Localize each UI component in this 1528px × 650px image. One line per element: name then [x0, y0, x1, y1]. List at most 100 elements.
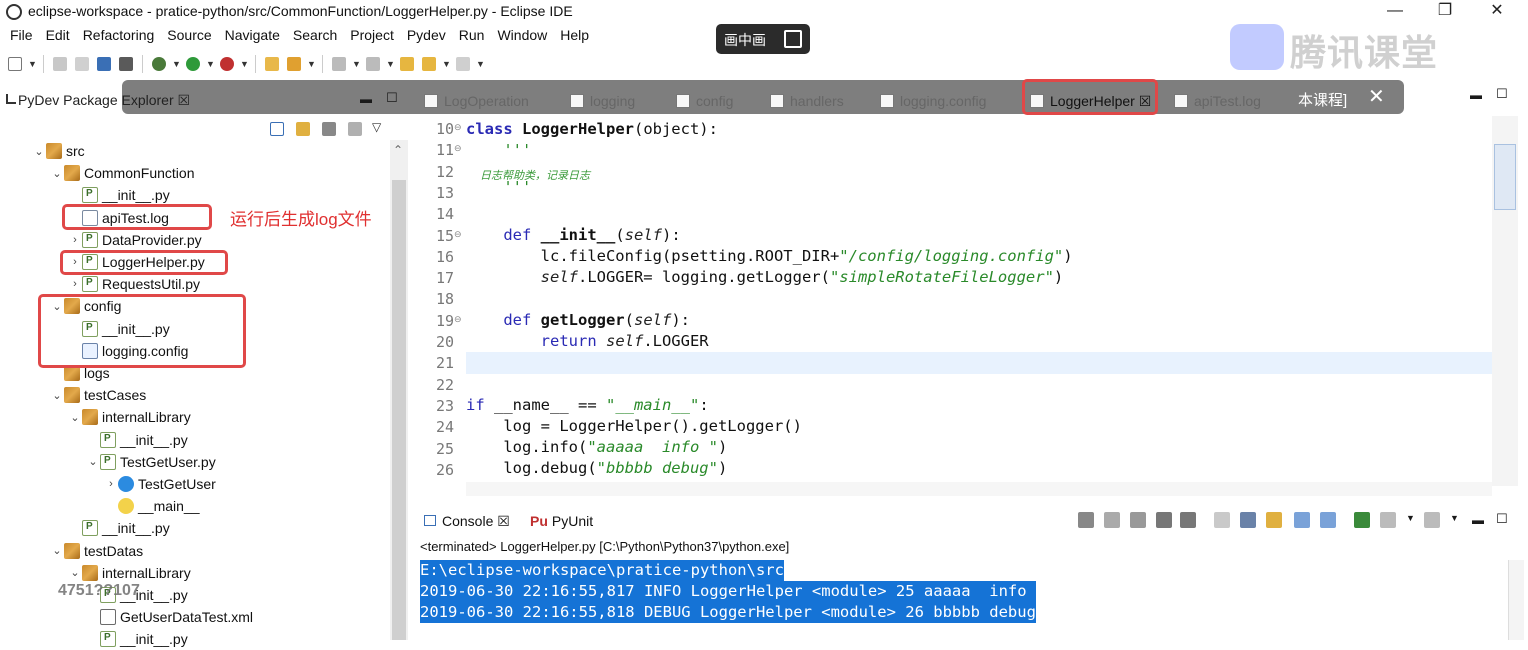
tab-logoperation[interactable]: LogOperation — [424, 90, 529, 112]
chevron-down-icon[interactable]: ▼ — [28, 59, 37, 69]
console-tab[interactable]: Console ☒ — [424, 513, 510, 530]
new-console-icon[interactable] — [1380, 512, 1396, 528]
chevron-down-icon[interactable]: ▼ — [307, 59, 316, 69]
word-wrap-icon[interactable] — [1240, 512, 1256, 528]
tab-handlers[interactable]: handlers — [770, 90, 844, 112]
package-explorer-tab[interactable]: PyDev Package Explorer ☒ — [18, 92, 190, 109]
prev-annotation-icon[interactable] — [364, 55, 382, 73]
nav-next-icon[interactable] — [454, 55, 472, 73]
menu-run[interactable]: Run — [459, 25, 485, 47]
console-output-line[interactable]: 2019-06-30 22:16:55,817 INFO LoggerHelpe… — [420, 581, 1036, 602]
minimize-console-icon[interactable]: ▬ — [1472, 513, 1484, 527]
collapse-all-icon[interactable] — [268, 120, 286, 138]
picture-in-picture-button[interactable]: 画中画 — [716, 24, 810, 54]
chevron-down-icon[interactable]: ▼ — [386, 59, 395, 69]
fold-toggle-icon[interactable]: ⊖ — [454, 314, 462, 325]
new-icon[interactable] — [6, 55, 24, 73]
maximize-console-icon[interactable]: ☐ — [1496, 511, 1508, 527]
course-overlay-label[interactable]: 本课程] — [1298, 89, 1347, 110]
chevron-down-icon[interactable]: ▼ — [476, 59, 485, 69]
chevron-down-icon[interactable]: ▼ — [172, 59, 181, 69]
menu-edit[interactable]: Edit — [46, 25, 70, 47]
chevron-down-icon[interactable]: ▼ — [442, 59, 451, 69]
menu-refactoring[interactable]: Refactoring — [83, 25, 155, 47]
editor-horizontal-scrollbar[interactable] — [466, 482, 1492, 496]
remove-all-icon[interactable] — [1180, 512, 1196, 528]
chevron-right-icon[interactable]: › — [68, 278, 82, 290]
pyunit-tab[interactable]: Pu PyUnit — [530, 513, 593, 529]
maximize-view-icon[interactable]: ☐ — [386, 90, 398, 106]
fold-toggle-icon[interactable]: ⊖ — [454, 122, 462, 133]
tree-item[interactable]: ⌄ TestGetUser.py — [86, 451, 216, 473]
menu-navigate[interactable]: Navigate — [225, 25, 280, 47]
chevron-down-icon[interactable]: ▼ — [206, 59, 215, 69]
forward-icon[interactable] — [420, 55, 438, 73]
chevron-down-icon[interactable]: ⌄ — [50, 544, 64, 557]
chevron-right-icon[interactable]: › — [104, 478, 118, 490]
chevron-down-icon[interactable]: ⌄ — [68, 566, 82, 579]
chevron-down-icon[interactable]: ⌄ — [32, 145, 46, 158]
tree-item[interactable]: ⌄ testDatas — [50, 540, 143, 562]
tree-item[interactable]: › DataProvider.py — [68, 229, 202, 251]
pin-console-icon[interactable] — [1294, 512, 1310, 528]
chevron-down-icon[interactable]: ▼ — [352, 59, 361, 69]
menu-search[interactable]: Search — [293, 25, 337, 47]
open-console-icon[interactable] — [1354, 512, 1370, 528]
minimize-button[interactable]: — — [1372, 0, 1418, 24]
debug-icon[interactable] — [150, 55, 168, 73]
tree-item[interactable]: › RequestsUtil.py — [68, 273, 200, 295]
menu-window[interactable]: Window — [497, 25, 547, 47]
search-icon[interactable] — [1078, 512, 1094, 528]
console-output-line[interactable]: 2019-06-30 22:16:55,818 DEBUG LoggerHelp… — [420, 602, 1036, 623]
filter-icon[interactable] — [320, 120, 338, 138]
tree-item[interactable]: › TestGetUser — [104, 473, 216, 495]
clear-console-icon[interactable] — [1104, 512, 1120, 528]
editor-scrollbar-thumb[interactable] — [1494, 144, 1516, 210]
chevron-right-icon[interactable]: › — [68, 234, 82, 246]
run-icon[interactable] — [184, 55, 202, 73]
show-on-output-icon[interactable] — [1266, 512, 1282, 528]
console-scrollbar[interactable] — [1508, 560, 1524, 640]
external-tools-icon[interactable] — [218, 55, 236, 73]
tab-logging-config[interactable]: logging.config — [880, 90, 986, 112]
chevron-down-icon[interactable]: ⌄ — [50, 167, 64, 180]
tab-apitest-log[interactable]: apiTest.log — [1174, 90, 1261, 112]
back-icon[interactable] — [398, 55, 416, 73]
menu-pydev[interactable]: Pydev — [407, 25, 446, 47]
scroll-lock-icon[interactable] — [1214, 512, 1230, 528]
menu-source[interactable]: Source — [167, 25, 211, 47]
tab-config[interactable]: config — [676, 90, 733, 112]
remove-launch-icon[interactable] — [1156, 512, 1172, 528]
fold-toggle-icon[interactable]: ⊖ — [454, 143, 462, 154]
minimize-editor-icon[interactable]: ▬ — [1470, 88, 1482, 102]
tab-loggerhelper[interactable]: LoggerHelper ☒ — [1030, 90, 1151, 112]
minimize-view-icon[interactable]: ▬ — [360, 92, 372, 106]
maximize-editor-icon[interactable]: ☐ — [1496, 86, 1508, 102]
view-menu-icon[interactable] — [1424, 512, 1440, 528]
chevron-down-icon[interactable]: ▼ — [1406, 513, 1415, 523]
terminate-icon[interactable] — [1130, 512, 1146, 528]
close-button[interactable]: ✕ — [1474, 0, 1520, 24]
tree-item[interactable]: ⌄ internalLibrary — [68, 406, 191, 428]
close-overlay-icon[interactable]: ✕ — [1368, 84, 1385, 109]
tree-item[interactable]: ⌄ CommonFunction — [50, 162, 195, 184]
focus-icon[interactable] — [346, 120, 364, 138]
chevron-down-icon[interactable]: ⌄ — [50, 389, 64, 402]
scrollbar-thumb[interactable] — [392, 180, 406, 640]
terminal-icon[interactable] — [95, 55, 113, 73]
tree-item[interactable]: GetUserDataTest.xml — [86, 606, 253, 628]
menu-help[interactable]: Help — [560, 25, 589, 47]
tree-item[interactable]: ⌄ testCases — [50, 384, 146, 406]
package-icon[interactable] — [117, 55, 135, 73]
scroll-up-icon[interactable]: ⌃ — [393, 143, 403, 157]
view-menu-icon[interactable]: ▽ — [372, 120, 381, 138]
chevron-down-icon[interactable]: ▼ — [1450, 513, 1459, 523]
tree-item[interactable]: ⌄ src — [32, 140, 85, 162]
tree-item[interactable]: __main__ — [104, 495, 200, 517]
link-editor-icon[interactable] — [294, 120, 312, 138]
tree-item[interactable]: __init__.py — [68, 517, 170, 539]
open-folder-icon[interactable] — [263, 55, 281, 73]
tree-item[interactable]: ⌄ internalLibrary — [68, 562, 191, 584]
chevron-down-icon[interactable]: ⌄ — [86, 455, 100, 468]
display-console-icon[interactable] — [1320, 512, 1336, 528]
